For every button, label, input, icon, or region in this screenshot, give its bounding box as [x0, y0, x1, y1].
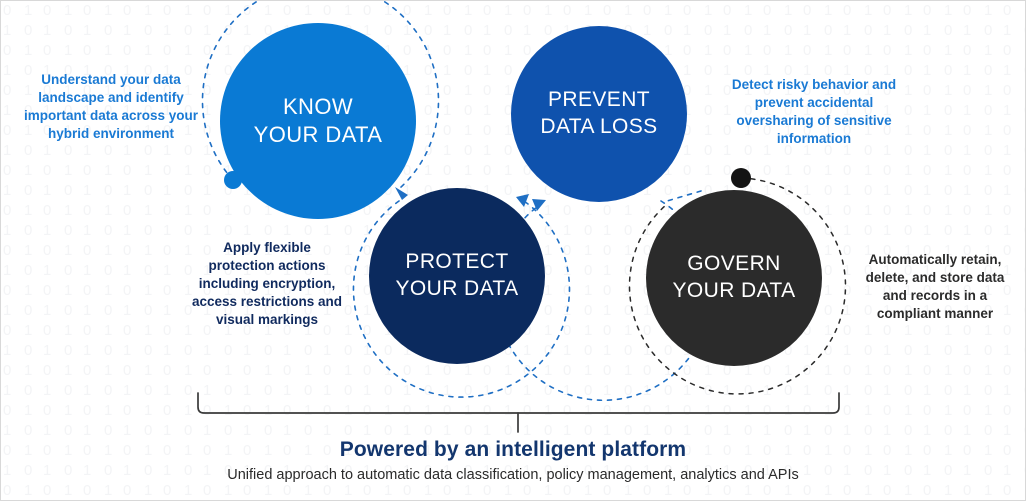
start-dot-govern — [731, 168, 751, 188]
node-prevent-line-2: DATA LOSS — [540, 115, 658, 138]
callout-know-line-1: Understand your data — [41, 72, 181, 87]
node-know-line-1: KNOW — [282, 93, 354, 119]
callout-govern-line-3: and records in a — [882, 287, 988, 303]
callout-prevent-line-1: Detect risky behavior and — [731, 77, 897, 92]
callout-prevent-line-2: prevent accidental — [754, 94, 874, 110]
node-know-line-2: YOUR DATA — [253, 122, 383, 147]
node-protect-your-data[interactable]: PROTECT YOUR DATA — [369, 188, 545, 364]
arrowhead-protect-to-govern — [516, 194, 529, 207]
callout-govern-line-2: delete, and store data — [865, 269, 1005, 285]
diagram-canvas: 0 1 1 0 — [0, 0, 1026, 501]
node-protect-line-2: YOUR DATA — [395, 277, 519, 300]
callout-protect-line-1: Apply flexible — [223, 240, 311, 255]
node-prevent-line-1: PREVENT — [548, 88, 650, 112]
callout-protect-line-3: including encryption, — [198, 275, 336, 291]
callout-prevent-data-loss: Detect risky behavior and prevent accide… — [714, 76, 914, 148]
node-know-your-data[interactable]: KNOW YOUR DATA — [220, 23, 416, 219]
node-protect-line-1: PROTECT — [405, 250, 509, 274]
node-govern-line-1: GOVERN — [687, 252, 781, 276]
callout-protect-line-5: visual markings — [215, 311, 319, 327]
platform-bracket — [197, 392, 840, 433]
callout-govern-line-1: Automatically retain, — [868, 252, 1002, 267]
node-govern-line-2: YOUR DATA — [672, 279, 796, 302]
footer-block: Powered by an intelligent platform Unifi… — [1, 438, 1025, 483]
node-govern-your-data[interactable]: GOVERN YOUR DATA — [646, 190, 822, 366]
footer-subtitle: Unified approach to automatic data class… — [227, 467, 799, 483]
arrowhead-know-to-protect — [395, 187, 408, 200]
node-prevent-data-loss[interactable]: PREVENT DATA LOSS — [511, 26, 687, 202]
callout-protect-your-data: Apply flexible protection actions includ… — [181, 239, 353, 329]
callout-protect-line-2: protection actions — [208, 257, 326, 273]
footer-title: Powered by an intelligent platform — [339, 438, 687, 461]
callout-protect-line-4: access restrictions and — [191, 293, 343, 309]
callout-know-line-3: important data across your — [23, 107, 199, 123]
callout-know-your-data: Understand your data landscape and ident… — [11, 71, 211, 143]
callout-govern-line-4: compliant manner — [876, 305, 994, 321]
callout-know-line-2: landscape and identify — [38, 89, 184, 105]
callout-prevent-line-4: information — [776, 130, 852, 146]
callout-prevent-line-3: oversharing of sensitive — [736, 112, 892, 128]
callout-govern-your-data: Automatically retain, delete, and store … — [849, 251, 1021, 323]
arrowhead-prevent-to-protect — [532, 199, 546, 211]
callout-know-line-4: hybrid environment — [47, 125, 174, 141]
